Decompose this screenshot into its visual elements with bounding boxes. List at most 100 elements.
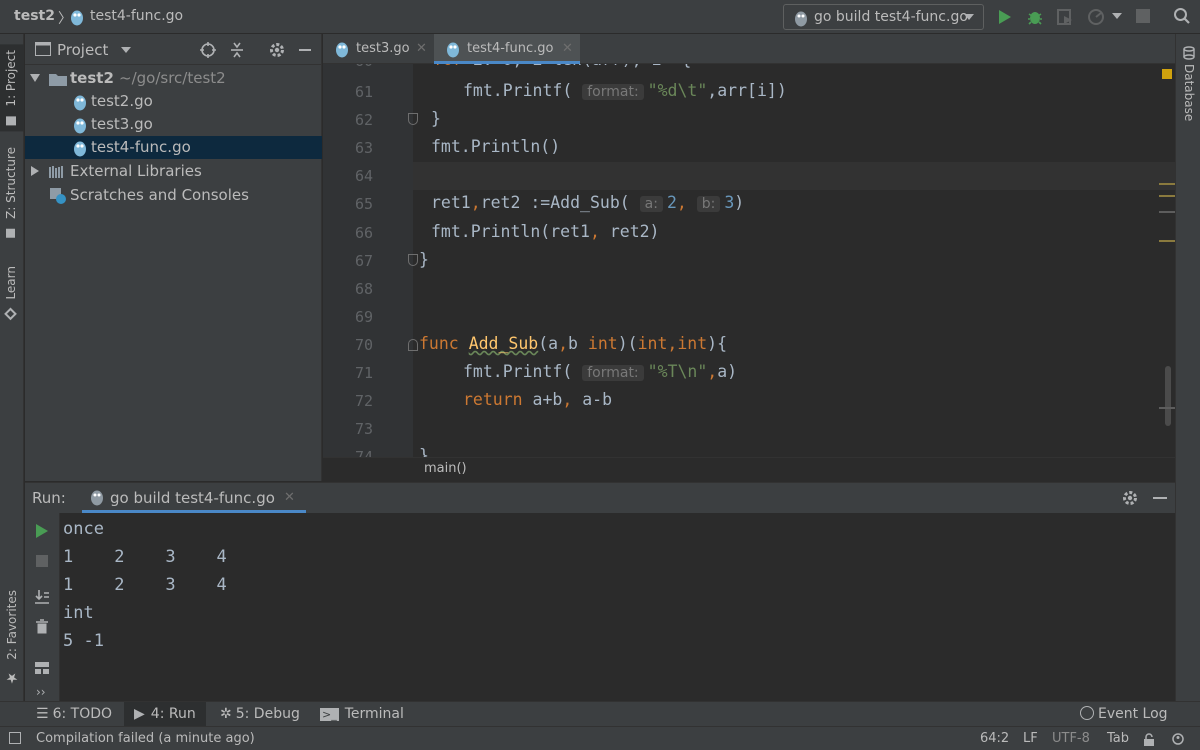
layout-icon[interactable] (34, 661, 50, 675)
warning-marker[interactable] (1162, 69, 1172, 79)
search-icon[interactable] (1173, 7, 1191, 25)
tree-file-name: test2.go (91, 92, 153, 110)
status-message[interactable]: Compilation failed (a minute ago) (36, 731, 255, 746)
line-number: 64 (354, 167, 373, 185)
debug-icon[interactable] (1026, 8, 1044, 26)
rerun-icon[interactable] (35, 523, 49, 539)
file-encoding[interactable]: UTF-8 (1052, 731, 1090, 746)
locate-icon[interactable] (199, 41, 217, 59)
tool-window-bar: ☰ 6: TODO ▶ 4: Run ✲ 5: Debug >_ Terminal Ev… (0, 701, 1200, 727)
tree-file-selected[interactable]: test4-func.go (25, 136, 322, 159)
breadcrumb-project[interactable]: test2 (14, 8, 55, 24)
go-file-icon (335, 40, 349, 58)
breadcrumb-file[interactable]: test4-func.go (90, 8, 183, 24)
collapse-all-icon[interactable] (229, 41, 245, 59)
project-panel: Project test2 ~/go/src/test2 test2.go te… (25, 34, 322, 481)
event-log-icon (1080, 706, 1094, 720)
run-with-coverage-icon[interactable] (1056, 8, 1074, 26)
stop-icon[interactable] (36, 555, 48, 567)
minimize-icon[interactable] (299, 49, 311, 51)
tool-window-project[interactable]: 1: Project (0, 44, 24, 132)
scrollbar-thumb[interactable] (1165, 366, 1171, 426)
param-hint: b: (696, 196, 721, 212)
close-icon[interactable]: ✕ (562, 41, 573, 56)
fold-marker-icon[interactable] (408, 339, 418, 351)
usage-marker[interactable] (1159, 211, 1175, 213)
folder-icon (49, 72, 67, 86)
tool-window-learn[interactable]: Learn (4, 266, 18, 321)
console-output-line: 5 -1 (63, 631, 104, 651)
usage-marker[interactable] (1159, 195, 1175, 197)
go-build-icon (90, 488, 104, 506)
line-number: 69 (354, 308, 373, 326)
tool-window-learn-label: Learn (4, 266, 18, 300)
tool-window-todo[interactable]: ☰ 6: TODO (36, 706, 112, 722)
console-output-line: 1 2 3 4 (63, 547, 227, 567)
left-tool-strip: 1: Project Z: Structure Learn ★ 2: Favor… (0, 34, 24, 701)
usage-marker[interactable] (1159, 407, 1175, 409)
usage-marker[interactable] (1159, 183, 1175, 185)
line-number: 65 (354, 195, 373, 213)
project-panel-title[interactable]: Project (57, 41, 108, 59)
run-icon[interactable] (997, 8, 1013, 26)
terminal-icon: >_ (320, 708, 339, 721)
inspector-icon[interactable] (1172, 732, 1188, 746)
toggle-tool-windows-icon[interactable] (9, 732, 21, 744)
line-number: 67 (354, 252, 373, 270)
tree-file[interactable]: test3.go (25, 113, 322, 136)
line-number: 62 (354, 111, 373, 129)
tool-window-run[interactable]: ▶ 4: Run (124, 702, 206, 727)
code-breadcrumb[interactable]: main() (424, 461, 467, 476)
tab-test3[interactable]: test3.go ✕ (323, 34, 434, 64)
learn-icon (4, 307, 18, 321)
indent-setting[interactable]: Tab (1107, 731, 1129, 746)
fold-marker-icon[interactable] (408, 254, 418, 266)
code-line: } (419, 250, 429, 269)
code-line: for i:=0; i<len(arr); i++{ (433, 64, 691, 69)
fold-marker-icon[interactable] (408, 113, 418, 125)
tree-scratches-label: Scratches and Consoles (70, 186, 249, 204)
run-config-selector[interactable]: go build test4-func.go (783, 4, 984, 30)
close-icon[interactable]: ✕ (284, 490, 295, 505)
more-icon[interactable]: ›› (36, 685, 46, 699)
right-tool-strip: Database (1175, 34, 1200, 701)
stop-icon[interactable] (1136, 9, 1150, 23)
tree-scratches[interactable]: Scratches and Consoles (25, 184, 322, 207)
chevron-down-icon[interactable] (121, 47, 131, 53)
profile-icon[interactable] (1087, 8, 1105, 26)
tool-window-structure[interactable]: Z: Structure (4, 147, 18, 238)
chevron-down-icon (30, 74, 40, 82)
scroll-to-end-icon[interactable] (34, 589, 50, 605)
console-output-line: 1 2 3 4 (63, 575, 227, 595)
close-icon[interactable]: ✕ (416, 41, 427, 56)
run-icon: ▶ (134, 706, 145, 722)
trash-icon[interactable] (35, 619, 49, 635)
minimize-icon[interactable] (1153, 497, 1167, 499)
project-panel-header: Project (25, 34, 321, 65)
tool-window-event-log[interactable]: Event Log (1080, 706, 1168, 722)
tab-test4-func[interactable]: test4-func.go ✕ (434, 34, 580, 64)
gear-icon[interactable] (268, 41, 286, 59)
run-tab[interactable]: go build test4-func.go ✕ (82, 483, 306, 513)
lock-icon[interactable] (1143, 733, 1155, 746)
chevron-down-icon[interactable] (1112, 13, 1122, 19)
tree-root-folder[interactable]: test2 ~/go/src/test2 (25, 67, 322, 90)
error-stripe[interactable] (1155, 64, 1175, 457)
tool-window-favorites[interactable]: ★ 2: Favorites (4, 590, 20, 686)
caret-position[interactable]: 64:2 (980, 731, 1009, 746)
go-file-icon (73, 139, 87, 157)
tool-window-todo-label: 6: TODO (52, 706, 113, 722)
tab-label: test3.go (356, 41, 410, 56)
tree-external-libraries[interactable]: External Libraries (25, 160, 322, 183)
chevron-down-icon (964, 14, 974, 20)
gear-icon[interactable] (1121, 489, 1139, 507)
tree-file[interactable]: test2.go (25, 90, 322, 113)
tool-window-debug[interactable]: ✲ 5: Debug (220, 706, 300, 722)
tool-window-database[interactable]: Database (1182, 64, 1196, 121)
tool-window-terminal[interactable]: >_ Terminal (320, 706, 404, 722)
usage-marker[interactable] (1159, 240, 1175, 242)
code-editor[interactable]: 60 61 62 63 64 65 66 67 68 69 70 71 72 7… (323, 64, 1175, 457)
tool-window-structure-label: Z: Structure (4, 147, 18, 219)
go-file-icon (73, 93, 87, 111)
line-separator[interactable]: LF (1023, 731, 1038, 746)
